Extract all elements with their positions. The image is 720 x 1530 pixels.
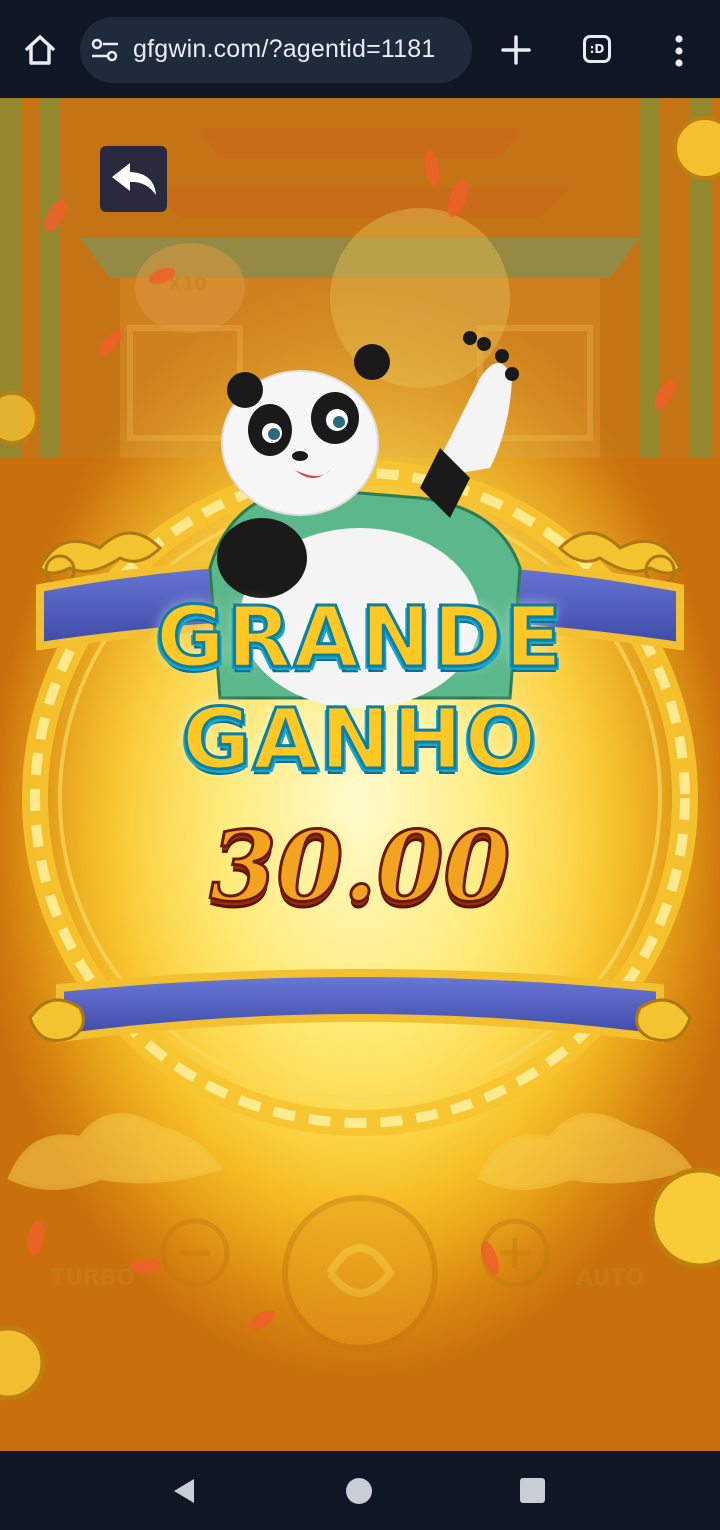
site-settings-icon[interactable] xyxy=(90,37,120,63)
back-arrow-icon xyxy=(111,163,156,195)
turbo-label: TURBO xyxy=(50,1266,136,1291)
address-bar[interactable]: gfgwin.com/?agentid=1181 xyxy=(80,17,472,83)
home-button[interactable] xyxy=(18,28,62,72)
back-triangle-icon[interactable] xyxy=(168,1475,200,1507)
new-tab-button[interactable] xyxy=(494,28,538,72)
plus-icon xyxy=(501,35,531,65)
multiplier-badge: X10 xyxy=(168,274,207,295)
tab-switcher-icon: :D xyxy=(583,35,611,63)
system-navigation-bar xyxy=(0,1451,720,1530)
browser-toolbar: gfgwin.com/?agentid=1181 :D xyxy=(0,0,720,98)
home-circle-icon[interactable] xyxy=(346,1478,372,1504)
big-win-title-line1: GRANDE xyxy=(154,587,565,688)
back-button[interactable] xyxy=(100,146,167,212)
kebab-menu-icon xyxy=(675,35,683,67)
tab-switcher-button[interactable]: :D xyxy=(578,30,620,72)
auto-label: AUTO xyxy=(576,1266,644,1291)
url-text[interactable]: gfgwin.com/?agentid=1181 xyxy=(133,35,435,64)
browser-menu-button[interactable] xyxy=(664,30,694,72)
game-canvas[interactable]: TURBO AUTO X10 GRANDE GANHO 30.00 xyxy=(0,98,720,1451)
win-amount: 30.00 xyxy=(208,809,512,925)
recents-square-icon[interactable] xyxy=(520,1478,545,1503)
home-icon xyxy=(25,35,55,65)
big-win-title-line2: GANHO xyxy=(181,689,538,790)
